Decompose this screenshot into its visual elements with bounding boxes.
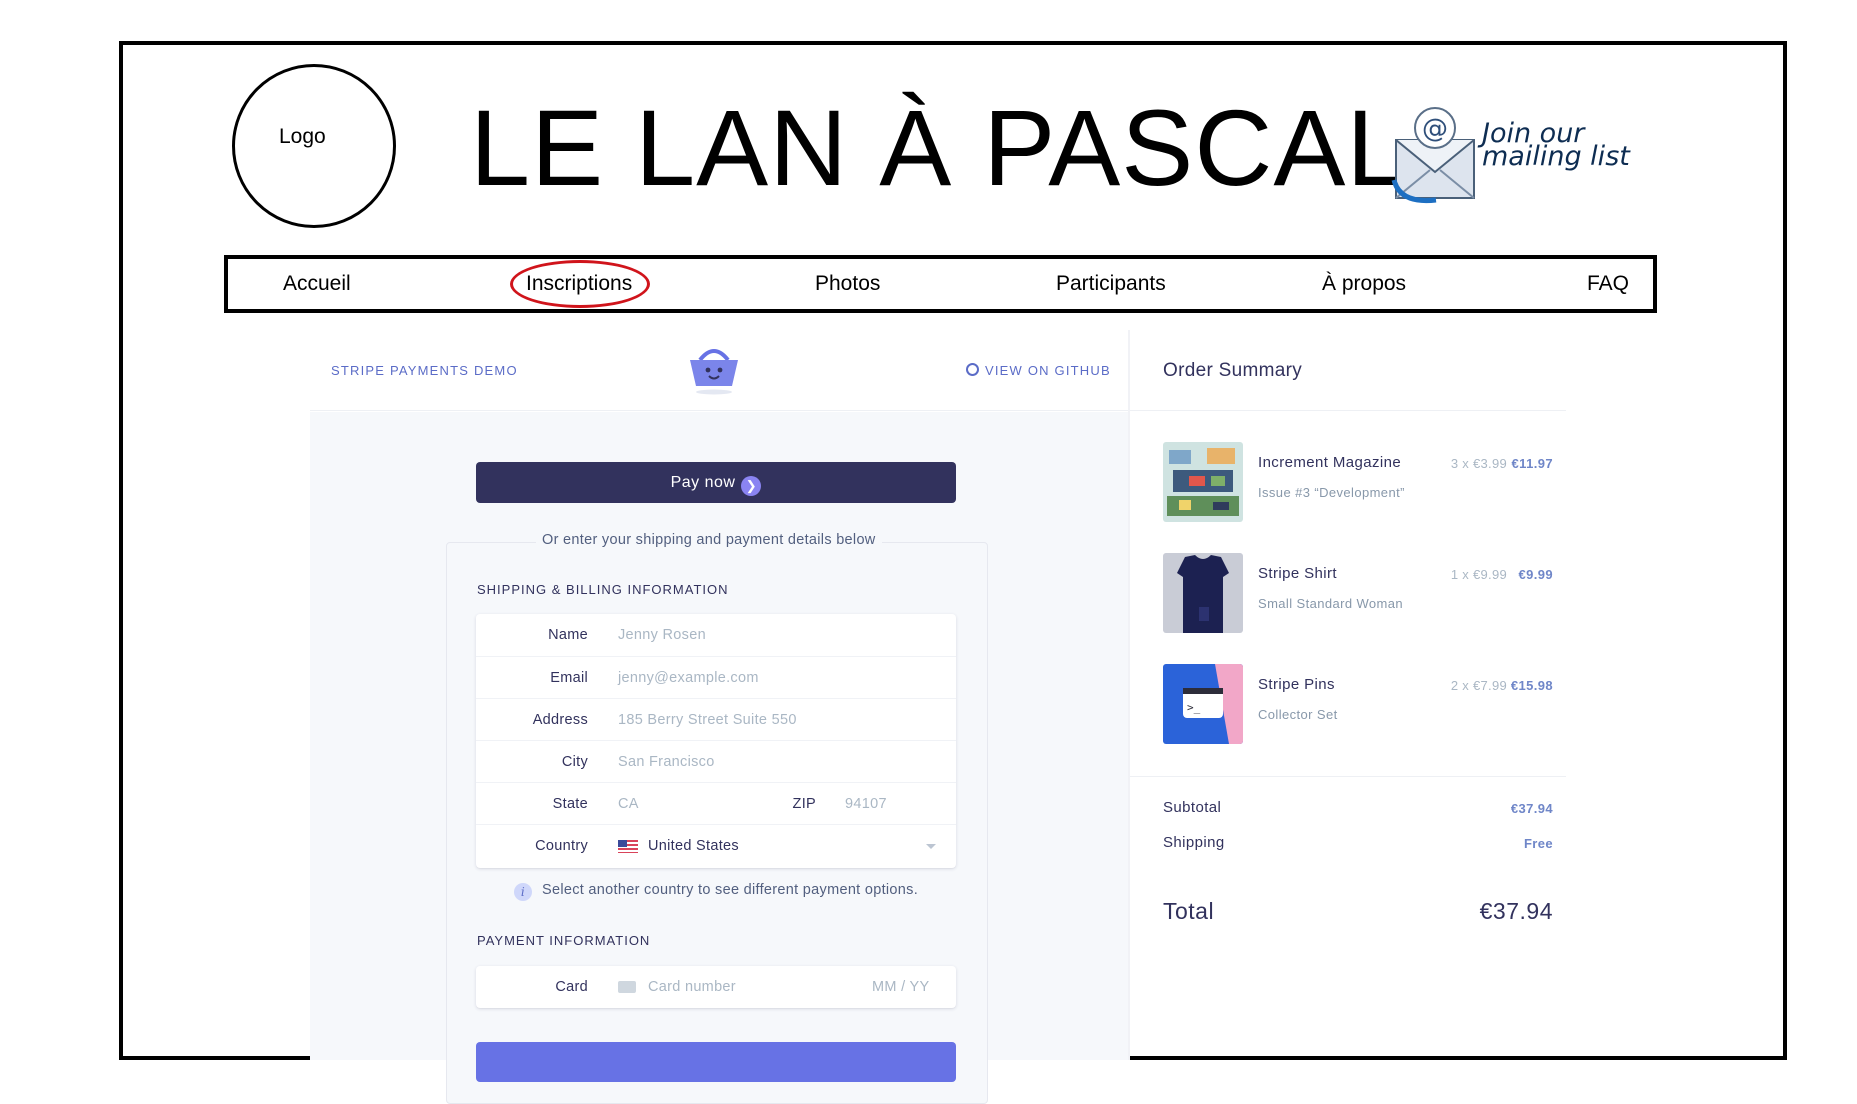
- divider: [1130, 410, 1566, 411]
- shipping-value: Free: [1523, 836, 1553, 851]
- name-row[interactable]: Name Jenny Rosen: [476, 614, 956, 656]
- card-number-field[interactable]: Card number: [648, 979, 736, 995]
- item-desc: Collector Set: [1258, 707, 1338, 722]
- item-name: Increment Magazine: [1258, 454, 1402, 471]
- zip-field[interactable]: 94107: [845, 796, 887, 812]
- name-field[interactable]: Jenny Rosen: [618, 627, 706, 643]
- total-label: Total: [1163, 898, 1215, 924]
- item-price: €15.98: [1510, 678, 1553, 693]
- nav-highlight-circle: [510, 260, 650, 308]
- divider: [1128, 330, 1130, 1060]
- nav-item-participants[interactable]: Participants: [1056, 272, 1166, 296]
- mailing-line2: mailing list: [1482, 141, 1630, 172]
- country-notice: i Select another country to see different…: [514, 882, 918, 901]
- view-on-github-link[interactable]: VIEW ON GITHUB: [966, 363, 1111, 378]
- total-value: €37.94: [1479, 898, 1553, 924]
- card-label: Card: [555, 979, 588, 995]
- item-qty: 3 x €3.99: [1450, 456, 1507, 471]
- site-title: LE LAN À PASCAL: [470, 87, 1408, 208]
- github-icon: [966, 363, 979, 376]
- order-item: Stripe Shirt Small Standard Woman 1 x €9…: [1163, 553, 1563, 635]
- payment-section-title: PAYMENT INFORMATION: [477, 933, 651, 948]
- zip-label: ZIP: [792, 796, 816, 812]
- state-zip-row[interactable]: State CA ZIP 94107: [476, 782, 956, 825]
- pay-now-label: Pay now: [670, 474, 736, 491]
- state-field[interactable]: CA: [618, 796, 639, 812]
- or-text: Or enter your shipping and payment detai…: [536, 532, 882, 548]
- item-name: Stripe Pins: [1258, 676, 1335, 693]
- mailing-list-link[interactable]: @ Join our mailing list: [1390, 100, 1640, 210]
- us-flag-icon: [618, 840, 638, 853]
- email-field[interactable]: jenny@example.com: [618, 670, 759, 686]
- payment-fieldset: Card Card number MM / YY: [476, 966, 956, 1008]
- item-name: Stripe Shirt: [1258, 565, 1337, 582]
- main-nav: [224, 255, 1657, 313]
- order-item: >_ Stripe Pins Collector Set 2 x €7.99 €…: [1163, 664, 1563, 746]
- address-label: Address: [532, 712, 588, 728]
- basket-icon[interactable]: [686, 342, 742, 398]
- pins-thumbnail: >_: [1163, 664, 1243, 744]
- email-row[interactable]: Email jenny@example.com: [476, 656, 956, 699]
- logo-text: Logo: [279, 125, 326, 148]
- shipping-label: Shipping: [1163, 834, 1225, 851]
- chevron-down-icon[interactable]: [926, 844, 936, 849]
- name-label: Name: [548, 627, 588, 643]
- svg-text:@: @: [1422, 114, 1448, 144]
- order-item: Increment Magazine Issue #3 “Development…: [1163, 442, 1563, 524]
- order-summary-title: Order Summary: [1163, 360, 1303, 381]
- address-field[interactable]: 185 Berry Street Suite 550: [618, 712, 797, 728]
- country-row[interactable]: Country United States: [476, 824, 956, 867]
- item-desc: Small Standard Woman: [1258, 596, 1404, 611]
- mail-envelope-icon: @: [1391, 107, 1475, 204]
- city-row[interactable]: City San Francisco: [476, 740, 956, 783]
- svg-text:>_: >_: [1187, 701, 1201, 714]
- subtotal-value: €37.94: [1510, 801, 1553, 816]
- email-label: Email: [550, 670, 588, 686]
- nav-item-photos[interactable]: Photos: [815, 272, 880, 296]
- item-desc: Issue #3 “Development”: [1258, 485, 1405, 500]
- item-price: €11.97: [1511, 456, 1553, 471]
- country-notice-text: Select another country to see different …: [542, 882, 919, 898]
- state-label: State: [552, 796, 588, 812]
- shipping-fieldset: Name Jenny Rosen Email jenny@example.com…: [476, 614, 956, 868]
- credit-card-icon: [618, 981, 636, 993]
- city-field[interactable]: San Francisco: [618, 754, 715, 770]
- stripe-demo-label[interactable]: STRIPE PAYMENTS DEMO: [331, 363, 518, 378]
- country-label: Country: [535, 838, 588, 854]
- subtotal-label: Subtotal: [1163, 799, 1222, 816]
- pay-now-button[interactable]: Pay now ❯: [476, 462, 956, 503]
- logo[interactable]: Logo: [232, 64, 396, 228]
- item-qty: 2 x €7.99: [1450, 678, 1507, 693]
- divider: [1130, 776, 1566, 777]
- shipping-section-title: SHIPPING & BILLING INFORMATION: [477, 582, 729, 597]
- address-row[interactable]: Address 185 Berry Street Suite 550: [476, 698, 956, 741]
- nav-item-faq[interactable]: FAQ: [1587, 272, 1629, 296]
- shirt-thumbnail: [1163, 553, 1243, 633]
- pay-button[interactable]: [476, 1042, 956, 1082]
- nav-item-accueil[interactable]: Accueil: [283, 272, 351, 296]
- nav-item-a-propos[interactable]: À propos: [1322, 272, 1406, 296]
- city-label: City: [561, 754, 588, 770]
- github-label: VIEW ON GITHUB: [985, 363, 1111, 378]
- info-icon: i: [514, 883, 532, 901]
- card-expiry-field[interactable]: MM / YY: [872, 979, 929, 995]
- chevron-right-icon: ❯: [741, 476, 762, 496]
- country-select[interactable]: United States: [648, 838, 739, 854]
- magazine-thumbnail: [1163, 442, 1243, 522]
- item-price: €9.99: [1518, 567, 1553, 582]
- divider: [310, 410, 1128, 411]
- item-qty: 1 x €9.99: [1450, 567, 1507, 582]
- card-row[interactable]: Card Card number MM / YY: [476, 966, 956, 1008]
